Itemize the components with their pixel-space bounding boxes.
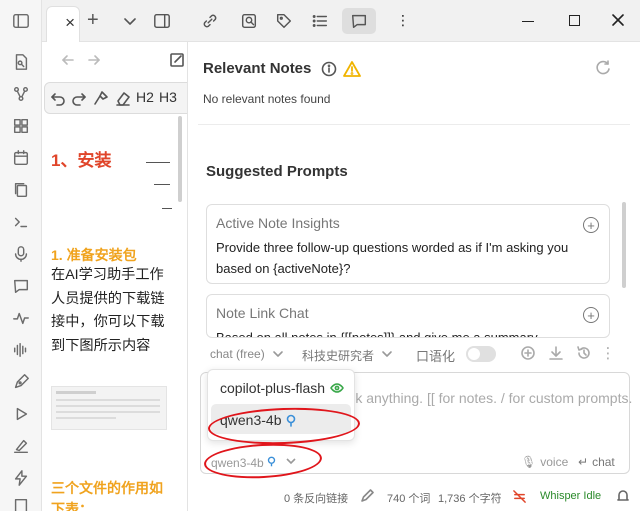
sidebar-toggle-icon[interactable]	[11, 11, 31, 31]
voice-label: voice	[540, 455, 569, 469]
char-count: 1,736 个字符	[438, 493, 502, 505]
heading-3-button[interactable]: H3	[159, 89, 177, 105]
lightning-icon[interactable]	[11, 468, 31, 488]
copilot-panel: Relevant Notes No relevant notes found S…	[188, 42, 640, 511]
model-option[interactable]: copilot-plus-flash	[220, 380, 325, 396]
colloquial-label: 口语化	[416, 349, 456, 364]
doc-heading-files: 三个文件的作用如下表：	[51, 480, 163, 511]
archive-icon[interactable]	[11, 496, 31, 511]
app-window: × + H2 H3 1、安装 1. 准备安装包 在AI学习助手工作人员提供的下载…	[0, 0, 640, 511]
chat-input-placeholder[interactable]: Ask anything. [[ for notes. / for custom…	[339, 390, 632, 406]
prompt-card-title: Note Link Chat	[216, 305, 309, 321]
chat-bubble-icon[interactable]	[11, 276, 31, 296]
prompt-card[interactable]: Note Link Chat Based on all notes in {[[…	[206, 294, 610, 338]
chevron-down-icon[interactable]	[122, 13, 138, 29]
draw-icon[interactable]	[11, 436, 31, 456]
minimize-button[interactable]	[522, 21, 534, 22]
screenshot-image	[51, 386, 167, 430]
download-icon[interactable]	[548, 345, 564, 361]
forward-arrow-icon[interactable]	[86, 52, 102, 68]
info-icon[interactable]	[321, 61, 337, 77]
eraser-icon[interactable]	[115, 90, 131, 106]
suggested-prompts-title: Suggested Prompts	[206, 163, 348, 180]
undo-icon[interactable]	[50, 90, 66, 106]
doc-paragraph: 在AI学习助手工作人员提供的下载链接中，你可以下载到下图所示内容	[51, 267, 165, 354]
word-count: 740 个词	[387, 493, 431, 505]
refresh-icon[interactable]	[594, 59, 612, 77]
chat-label: chat	[592, 455, 615, 469]
chat-icon[interactable]	[350, 12, 368, 30]
search-vault-icon[interactable]	[240, 12, 258, 30]
back-arrow-icon[interactable]	[60, 52, 76, 68]
status-bar: 0 条反向链接 740 个词 1,736 个字符 Whisper Idle	[188, 482, 640, 511]
edit-mode-icon[interactable]	[168, 51, 186, 69]
history-icon[interactable]	[576, 345, 592, 361]
heading-2-button[interactable]: H2	[136, 89, 154, 105]
tab-strip: × +	[42, 0, 188, 42]
copilot-header: ⋮	[188, 0, 640, 42]
microphone-icon[interactable]	[11, 244, 31, 264]
command-palette-icon[interactable]	[11, 212, 31, 232]
chevron-down-icon[interactable]	[381, 348, 393, 360]
editor-pane: H2 H3 1、安装 1. 准备安装包 在AI学习助手工作人员提供的下载链接中，…	[42, 42, 188, 511]
activity-icon[interactable]	[11, 308, 31, 328]
templates-icon[interactable]	[11, 180, 31, 200]
editor-scrollbar[interactable]	[178, 116, 182, 202]
right-sidebar-toggle-icon[interactable]	[153, 12, 171, 30]
prompt-card-body: Based on all notes in {[[notes]]} and gi…	[216, 330, 538, 338]
doc-heading-install: 1、安装	[51, 151, 112, 170]
canvas-icon[interactable]	[11, 116, 31, 136]
backlinks-count[interactable]: 0 条反向链接	[284, 490, 348, 506]
list-icon[interactable]	[311, 12, 329, 30]
sync-off-icon[interactable]	[512, 489, 527, 504]
enter-icon: ↵	[578, 455, 589, 469]
voice-button[interactable]: 🎙︎ voice	[521, 455, 568, 469]
format-toolbar: H2 H3	[44, 82, 187, 114]
prompt-card[interactable]: Active Note Insights Provide three follo…	[206, 204, 610, 284]
edit-icon[interactable]	[360, 489, 374, 503]
divider-line	[146, 162, 170, 163]
relevant-notes-title: Relevant Notes	[203, 60, 312, 77]
new-tab-button[interactable]: +	[87, 9, 99, 32]
graph-view-icon[interactable]	[11, 84, 31, 104]
left-ribbon	[0, 0, 42, 511]
eye-icon	[330, 382, 344, 394]
divider-line	[162, 208, 172, 209]
calendar-icon[interactable]	[11, 148, 31, 168]
audio-wave-icon[interactable]	[11, 340, 31, 360]
doc-heading-prepare: 1. 准备安装包	[51, 247, 137, 263]
open-file-icon[interactable]	[11, 52, 31, 72]
chevron-down-icon[interactable]	[272, 348, 284, 360]
persona-select[interactable]: 科技史研究者	[302, 347, 374, 364]
format-painter-icon[interactable]	[93, 90, 109, 106]
new-chat-icon[interactable]	[520, 345, 536, 361]
maximize-button[interactable]	[569, 15, 580, 26]
add-prompt-icon[interactable]: +	[583, 217, 599, 233]
relevant-notes-empty: No relevant notes found	[203, 92, 331, 106]
colloquial-toggle[interactable]	[466, 346, 496, 362]
whisper-status[interactable]: Whisper Idle	[540, 490, 601, 502]
section-divider	[198, 124, 630, 125]
warning-icon	[343, 60, 361, 78]
redo-icon[interactable]	[71, 90, 87, 106]
play-icon[interactable]	[11, 404, 31, 424]
more-options-icon[interactable]: ⋮	[396, 12, 412, 29]
send-chat-button[interactable]: ↵ chat	[578, 455, 615, 469]
link-notes-icon[interactable]	[201, 12, 219, 30]
prompt-card-body: Provide three follow-up questions worded…	[216, 240, 569, 276]
prompt-card-title: Active Note Insights	[216, 215, 340, 231]
note-tab[interactable]: ×	[46, 6, 80, 42]
close-window-icon[interactable]	[611, 13, 625, 27]
microphone-icon: 🎙︎	[521, 455, 537, 469]
bell-icon[interactable]	[616, 489, 630, 503]
editor-nav	[42, 42, 187, 78]
tab-close-icon[interactable]: ×	[65, 13, 75, 33]
divider-line	[154, 184, 170, 185]
prompts-scrollbar[interactable]	[622, 202, 626, 288]
add-prompt-icon[interactable]: +	[583, 307, 599, 323]
tags-icon[interactable]	[275, 12, 293, 30]
more-options-icon[interactable]: ⋮	[600, 345, 616, 362]
pen-icon[interactable]	[11, 372, 31, 392]
chat-mode-select[interactable]: chat (free)	[210, 347, 265, 361]
